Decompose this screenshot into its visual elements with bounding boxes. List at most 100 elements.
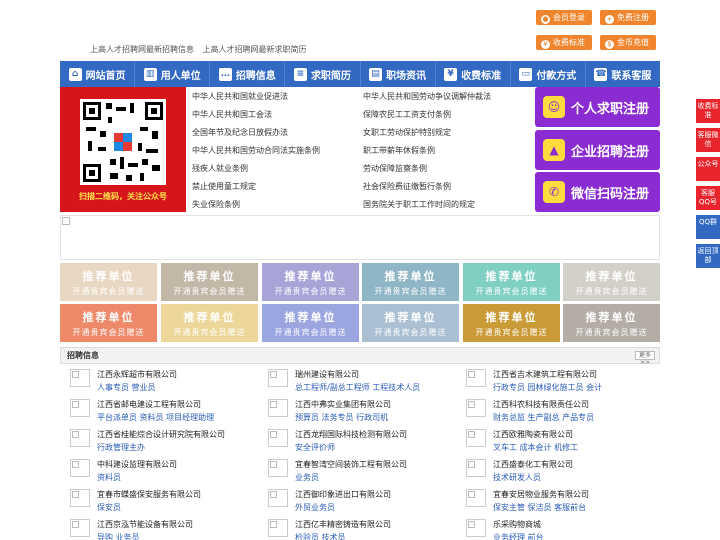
job-item[interactable]: 江西省邮电建设工程有限公司平台派单员 资料员 项目经理助理 — [64, 396, 254, 426]
law-link[interactable]: 失业保险条例 — [192, 199, 240, 210]
job-positions[interactable]: 预算员 法务专员 行政司机 — [295, 412, 388, 423]
recommended-unit-tile[interactable]: 推荐单位 开通贵宾会员赠送 — [362, 263, 459, 301]
law-link[interactable]: 劳动保障监察条例 — [363, 163, 427, 174]
law-link[interactable]: 国务院关于职工工作时间的规定 — [363, 199, 475, 210]
job-positions[interactable]: 财务总监 生产副总 产品专员 — [493, 412, 594, 423]
company-name[interactable]: 江西省邮电建设工程有限公司 — [97, 399, 201, 410]
company-name[interactable]: 江西京泓节能设备有限公司 — [97, 519, 193, 530]
nav-employers[interactable]: ▥ 用人单位 — [135, 61, 211, 87]
job-item[interactable]: 江西御印象进出口有限公司 外贸业务员 — [262, 486, 452, 516]
job-positions[interactable]: 保安主管 保洁员 客服前台 — [493, 502, 586, 513]
job-positions[interactable]: 外贸业务员 — [295, 502, 335, 513]
person-register-button[interactable]: ☺ 个人求职注册 — [535, 87, 660, 127]
company-name[interactable]: 宜春安居物业服务有限公司 — [493, 489, 589, 500]
nav-fees[interactable]: ¥ 收费标准 — [436, 61, 511, 87]
job-item[interactable]: 中科建设监理有限公司 资料员 — [64, 456, 254, 486]
job-item[interactable]: 江西欧雅陶瓷有限公司 叉车工 成本会计 机修工 — [460, 426, 650, 456]
recommended-unit-tile[interactable]: 推荐单位 开通贵宾会员赠送 — [262, 263, 359, 301]
job-item[interactable]: 江西盛泰化工有限公司 技术研发人员 — [460, 456, 650, 486]
latest-resumes-link[interactable]: 上高人才招聘网最新求职简历 — [203, 45, 307, 54]
job-item[interactable]: 江西永辉超市有限公司 人事专员 营业员 — [64, 366, 254, 396]
wechat-register-button[interactable]: ✆ 微信扫码注册 — [535, 172, 660, 212]
job-positions[interactable]: 导购 业务员 — [97, 532, 140, 540]
law-link[interactable]: 全国年节及纪念日放假办法 — [192, 127, 288, 138]
company-name[interactable]: 江西省桂能综合设计研究院有限公司 — [97, 429, 225, 440]
law-link[interactable]: 中华人民共和国就业促进法 — [192, 91, 288, 102]
recommended-unit-tile[interactable]: 推荐单位 开通贵宾会员赠送 — [161, 304, 258, 342]
job-item[interactable]: 宜春智湾空间装饰工程有限公司 业务员 — [262, 456, 452, 486]
job-item[interactable]: 江西省吉木建筑工程有限公司 行政专员 园林绿化施工员 会计 — [460, 366, 650, 396]
float-bar-item[interactable]: QQ群 — [696, 215, 720, 239]
company-name[interactable]: 瑞州建设有限公司 — [295, 369, 359, 380]
recommended-unit-tile[interactable]: 推荐单位 开通贵宾会员赠送 — [362, 304, 459, 342]
recommended-unit-tile[interactable]: 推荐单位 开通贵宾会员赠送 — [262, 304, 359, 342]
job-item[interactable]: 江西京泓节能设备有限公司 导购 业务员 — [64, 516, 254, 540]
company-name[interactable]: 江西欧雅陶瓷有限公司 — [493, 429, 573, 440]
recommended-unit-tile[interactable]: 推荐单位 开通贵宾会员赠送 — [60, 304, 157, 342]
company-name[interactable]: 江西盛泰化工有限公司 — [493, 459, 573, 470]
company-name[interactable]: 中科建设监理有限公司 — [97, 459, 177, 470]
recommended-unit-tile[interactable]: 推荐单位 开通贵宾会员赠送 — [161, 263, 258, 301]
law-link[interactable]: 女职工劳动保护特别规定 — [363, 127, 451, 138]
job-positions[interactable]: 行政管理主办 — [97, 442, 145, 453]
company-name[interactable]: 江西龙翔国际科技检测有限公司 — [295, 429, 407, 440]
recommended-unit-tile[interactable]: 推荐单位 开通贵宾会员赠送 — [60, 263, 157, 301]
float-bar-item[interactable]: 客服QQ号 — [696, 186, 720, 210]
job-positions[interactable]: 叉车工 成本会计 机修工 — [493, 442, 578, 453]
float-bar-item[interactable]: 客服微信 — [696, 128, 720, 152]
float-bar-item[interactable]: 收费标准 — [696, 99, 720, 123]
float-bar-item[interactable]: 返回顶部 — [696, 244, 720, 268]
company-name[interactable]: 乐采购物商城 — [493, 519, 541, 530]
job-item[interactable]: 江西科农科技有限责任公司 财务总监 生产副总 产品专员 — [460, 396, 650, 426]
job-positions[interactable]: 资料员 — [97, 472, 121, 483]
company-name[interactable]: 江西亿丰精密铸造有限公司 — [295, 519, 391, 530]
job-item[interactable]: 宜春市蝶盛保安服务有限公司 保安员 — [64, 486, 254, 516]
job-item[interactable]: 乐采购物商城 业务经理 前台 — [460, 516, 650, 540]
register-free-button[interactable]: + 免费注册 — [600, 10, 656, 25]
fee-standard-button[interactable]: ¥ 收费标准 — [536, 35, 592, 50]
job-positions[interactable]: 行政专员 园林绿化施工员 会计 — [493, 382, 602, 393]
recharge-button[interactable]: $ 金币充值 — [600, 35, 656, 50]
latest-jobs-link[interactable]: 上高人才招聘网最新招聘信息 — [90, 45, 194, 54]
job-item[interactable]: 江西省桂能综合设计研究院有限公司 行政管理主办 — [64, 426, 254, 456]
recommended-unit-tile[interactable]: 推荐单位 开通贵宾会员赠送 — [563, 304, 660, 342]
job-positions[interactable]: 保安员 — [97, 502, 121, 513]
login-button[interactable]: ● 会员登录 — [536, 10, 592, 25]
nav-resumes[interactable]: ≡ 求职简历 — [285, 61, 361, 87]
law-link[interactable]: 中华人民共和国劳动合同法实施条例 — [192, 145, 320, 156]
job-item[interactable]: 江西中弗实业集团有限公司 预算员 法务专员 行政司机 — [262, 396, 452, 426]
job-positions[interactable]: 业务经理 前台 — [493, 532, 544, 540]
job-positions[interactable]: 检验员 技术员 — [295, 532, 346, 540]
law-link[interactable]: 社会保险费征缴暂行条例 — [363, 181, 451, 192]
law-link[interactable]: 职工带薪年休假条例 — [363, 145, 435, 156]
job-positions[interactable]: 平台派单员 资料员 项目经理助理 — [97, 412, 214, 423]
nav-news[interactable]: ▤ 职场资讯 — [361, 61, 436, 87]
job-positions[interactable]: 人事专员 营业员 — [97, 382, 156, 393]
job-item[interactable]: 瑞州建设有限公司总工程师/副总工程师 工程技术人员 — [262, 366, 452, 396]
company-register-button[interactable]: ▲ 企业招聘注册 — [535, 130, 660, 170]
job-positions[interactable]: 技术研发人员 — [493, 472, 541, 483]
job-item[interactable]: 江西亿丰精密铸造有限公司 检验员 技术员 — [262, 516, 452, 540]
nav-jobs[interactable]: … 招聘信息 — [210, 61, 286, 87]
law-link[interactable]: 中华人民共和国工会法 — [192, 109, 272, 120]
company-name[interactable]: 宜春智湾空间装饰工程有限公司 — [295, 459, 407, 470]
company-name[interactable]: 江西中弗实业集团有限公司 — [295, 399, 391, 410]
job-item[interactable]: 江西龙翔国际科技检测有限公司 安全评价师 — [262, 426, 452, 456]
nav-payment[interactable]: ▭ 付款方式 — [511, 61, 586, 87]
recommended-unit-tile[interactable]: 推荐单位 开通贵宾会员赠送 — [463, 304, 560, 342]
more-link[interactable]: 更多>> — [635, 351, 655, 366]
job-item[interactable]: 宜春安居物业服务有限公司 保安主管 保洁员 客服前台 — [460, 486, 650, 516]
company-name[interactable]: 江西御印象进出口有限公司 — [295, 489, 391, 500]
float-bar-item[interactable]: 公众号 — [696, 157, 720, 181]
law-link[interactable]: 中华人民共和国劳动争议调解仲裁法 — [363, 91, 491, 102]
nav-home[interactable]: ⌂ 网站首页 — [60, 61, 136, 87]
company-name[interactable]: 江西永辉超市有限公司 — [97, 369, 177, 380]
company-name[interactable]: 江西科农科技有限责任公司 — [493, 399, 589, 410]
job-positions[interactable]: 总工程师/副总工程师 工程技术人员 — [295, 382, 420, 393]
law-link[interactable]: 禁止使用童工规定 — [192, 181, 256, 192]
job-positions[interactable]: 业务员 — [295, 472, 319, 483]
nav-support[interactable]: ☎ 联系客服 — [586, 61, 660, 87]
company-name[interactable]: 江西省吉木建筑工程有限公司 — [493, 369, 597, 380]
recommended-unit-tile[interactable]: 推荐单位 开通贵宾会员赠送 — [563, 263, 660, 301]
company-name[interactable]: 宜春市蝶盛保安服务有限公司 — [97, 489, 201, 500]
